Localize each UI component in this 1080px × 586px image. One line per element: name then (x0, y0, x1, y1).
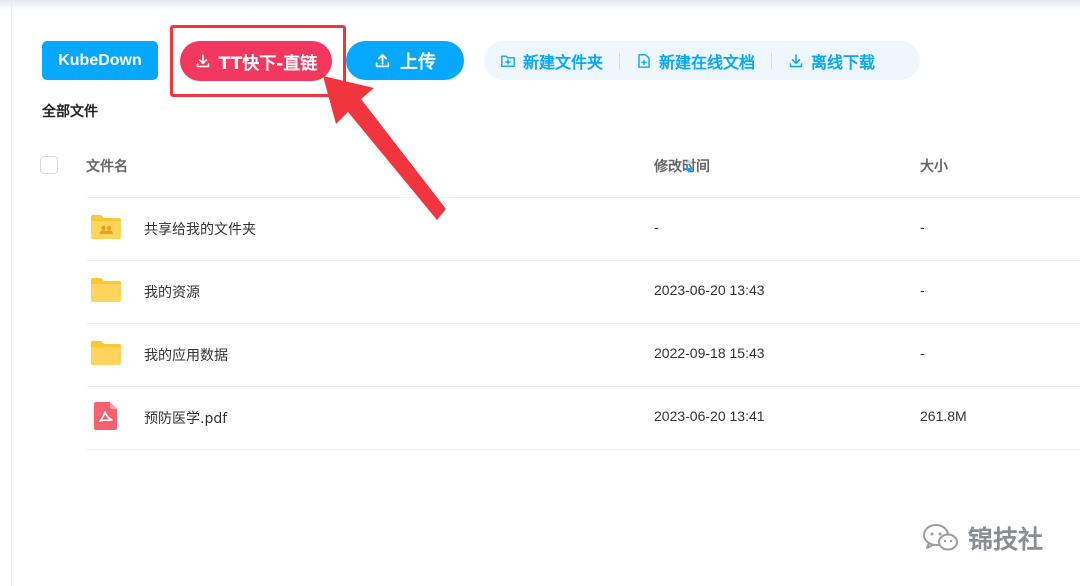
folder-icon (91, 278, 121, 302)
wechat-icon (923, 524, 958, 551)
column-header-name[interactable]: 文件名 (86, 156, 128, 176)
upload-button[interactable]: 上传 (346, 41, 464, 80)
select-all-checkbox[interactable] (40, 156, 58, 174)
file-size: - (920, 219, 925, 235)
new-doc-icon (638, 53, 650, 68)
left-border (11, 0, 12, 586)
file-size: 261.8M (920, 408, 967, 424)
file-size: - (920, 282, 925, 298)
file-name[interactable]: 我的资源 (144, 282, 200, 302)
action-group: 新建文件夹 新建在线文档 离线下载 (484, 41, 920, 80)
action-separator (771, 52, 773, 69)
offline-download-button[interactable]: 离线下载 (788, 49, 875, 73)
offline-download-label: 离线下载 (811, 52, 876, 72)
column-header-time[interactable]: 修改时间 (654, 156, 710, 176)
file-modified-time: 2023-06-20 13:41 (654, 408, 765, 424)
file-size: - (920, 345, 925, 361)
breadcrumb: 全部文件 (42, 104, 98, 120)
folder-icon (91, 341, 121, 365)
watermark-label: 锦技社 (968, 525, 1044, 554)
new-online-doc-button[interactable]: 新建在线文档 (636, 49, 755, 73)
new-folder-button[interactable]: 新建文件夹 (500, 49, 603, 73)
sort-icon[interactable] (684, 158, 694, 174)
file-modified-time: 2022-09-18 15:43 (654, 345, 765, 361)
table-row[interactable]: 我的资源 2023-06-20 13:43 - (86, 261, 1080, 324)
new-folder-label: 新建文件夹 (523, 52, 604, 72)
file-name[interactable]: 预防医学.pdf (144, 408, 227, 428)
file-name[interactable]: 共享给我的文件夹 (144, 219, 256, 239)
table-header: 文件名 修改时间 大小 (40, 148, 1080, 184)
file-modified-time: - (654, 219, 659, 235)
action-separator (619, 52, 621, 69)
offline-download-icon (789, 53, 803, 67)
kubedown-button[interactable]: KubeDown (42, 41, 158, 80)
file-name[interactable]: 我的应用数据 (144, 345, 228, 365)
upload-icon (375, 53, 390, 68)
table-row[interactable]: 我的应用数据 2022-09-18 15:43 - (86, 324, 1080, 387)
upload-button-label: 上传 (400, 51, 436, 73)
table-row[interactable]: 预防医学.pdf 2023-06-20 13:41 261.8M (86, 387, 1080, 450)
new-online-doc-label: 新建在线文档 (659, 52, 756, 72)
file-modified-time: 2023-06-20 13:43 (654, 282, 765, 298)
watermark: 锦技社 (922, 520, 1043, 556)
column-header-size[interactable]: 大小 (920, 156, 948, 176)
kubedown-button-label: KubeDown (58, 51, 142, 69)
new-folder-icon (501, 55, 515, 67)
table-row[interactable]: 共享给我的文件夹 - - (86, 198, 1080, 261)
pdf-file-icon (94, 402, 117, 430)
shared-folder-icon (91, 215, 121, 239)
top-shadow (0, 0, 1080, 10)
annotation-highlight-box (170, 25, 346, 97)
